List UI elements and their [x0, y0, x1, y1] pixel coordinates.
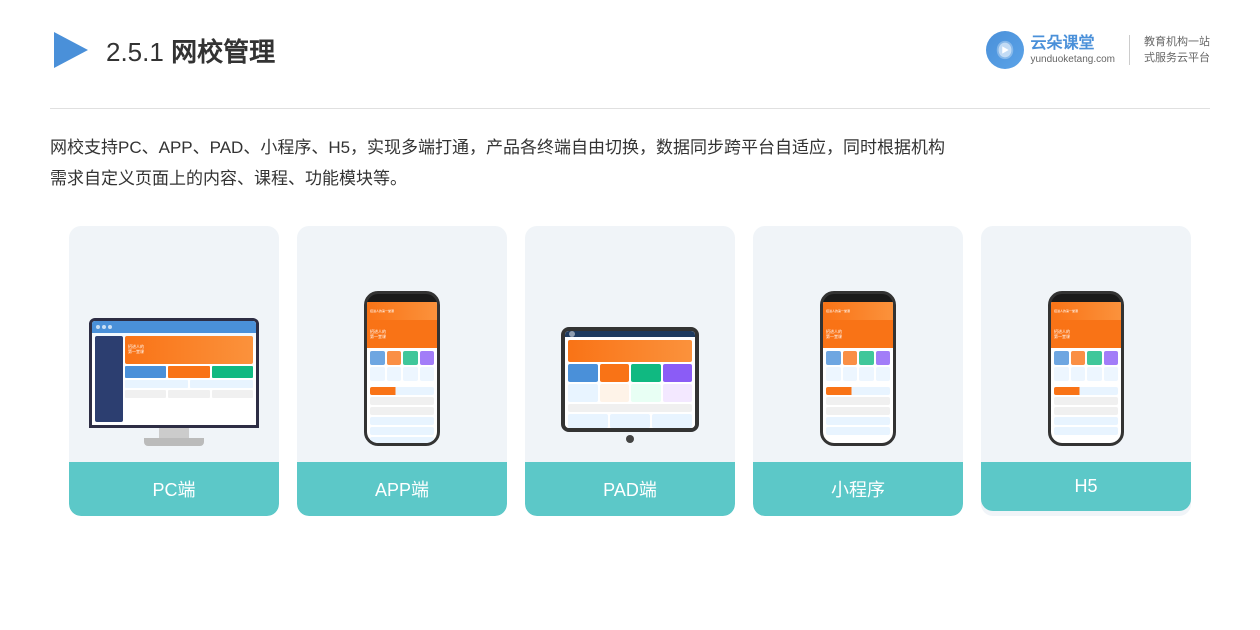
- card-pad: PAD端: [525, 226, 735, 516]
- logo-box: 云朵课堂 yunduoketang.com: [986, 31, 1115, 69]
- header-divider: [50, 108, 1210, 109]
- card-label-miniapp: 小程序: [753, 462, 963, 516]
- device-miniapp: 招进人的第一堂课 招进人的第一堂课: [769, 246, 947, 446]
- card-label-pc: PC端: [69, 462, 279, 516]
- logo-text-area: 云朵课堂 yunduoketang.com: [1030, 34, 1115, 65]
- tablet-pad: [560, 327, 700, 446]
- pc-monitor: 招进人的第一堂课: [85, 318, 263, 446]
- logo-url: yunduoketang.com: [1030, 54, 1115, 66]
- logo-area: 云朵课堂 yunduoketang.com 教育机构一站 式服务云平台: [986, 31, 1210, 69]
- card-h5: 招进人的第一堂课 招进人的第一堂课: [981, 226, 1191, 516]
- play-icon: [50, 30, 90, 70]
- desc-line2: 需求自定义页面上的内容、课程、功能模块等。: [50, 169, 407, 188]
- title-text: 网校管理: [171, 37, 275, 67]
- page-header: 2.5.1 网校管理 云朵课堂 yunduoketang.com: [50, 30, 1210, 80]
- page-title: 2.5.1 网校管理: [106, 32, 275, 69]
- device-h5: 招进人的第一堂课 招进人的第一堂课: [997, 246, 1175, 446]
- page-container: 2.5.1 网校管理 云朵课堂 yunduoketang.com: [0, 0, 1260, 630]
- logo-divider: [1129, 35, 1130, 65]
- device-pad: [541, 246, 719, 446]
- header-left: 2.5.1 网校管理: [50, 30, 275, 70]
- phone-h5: 招进人的第一堂课 招进人的第一堂课: [1046, 291, 1126, 446]
- phone-app: 招进人的第一堂课 招进人的第一堂课: [362, 291, 442, 446]
- logo-slogan: 教育机构一站 式服务云平台: [1144, 34, 1210, 67]
- card-pc: 招进人的第一堂课: [69, 226, 279, 516]
- card-label-pad: PAD端: [525, 462, 735, 516]
- slogan-line1: 教育机构一站: [1144, 36, 1210, 48]
- desc-line1: 网校支持PC、APP、PAD、小程序、H5，实现多端打通，产品各终端自由切换，数…: [50, 138, 945, 157]
- card-app: 招进人的第一堂课 招进人的第一堂课: [297, 226, 507, 516]
- logo-icon: [986, 31, 1024, 69]
- monitor-screen: 招进人的第一堂课: [89, 318, 259, 428]
- device-pc: 招进人的第一堂课: [85, 246, 263, 446]
- card-label-h5: H5: [981, 462, 1191, 511]
- cards-container: 招进人的第一堂课: [50, 226, 1210, 516]
- card-miniapp: 招进人的第一堂课 招进人的第一堂课: [753, 226, 963, 516]
- logo-main: 云朵课堂: [1030, 34, 1094, 53]
- slogan-line2: 式服务云平台: [1144, 52, 1210, 64]
- device-app: 招进人的第一堂课 招进人的第一堂课: [313, 246, 491, 446]
- description-text: 网校支持PC、APP、PAD、小程序、H5，实现多端打通，产品各终端自由切换，数…: [50, 133, 1210, 194]
- title-number: 2.5.1: [106, 37, 171, 67]
- phone-miniapp: 招进人的第一堂课 招进人的第一堂课: [818, 291, 898, 446]
- card-label-app: APP端: [297, 462, 507, 516]
